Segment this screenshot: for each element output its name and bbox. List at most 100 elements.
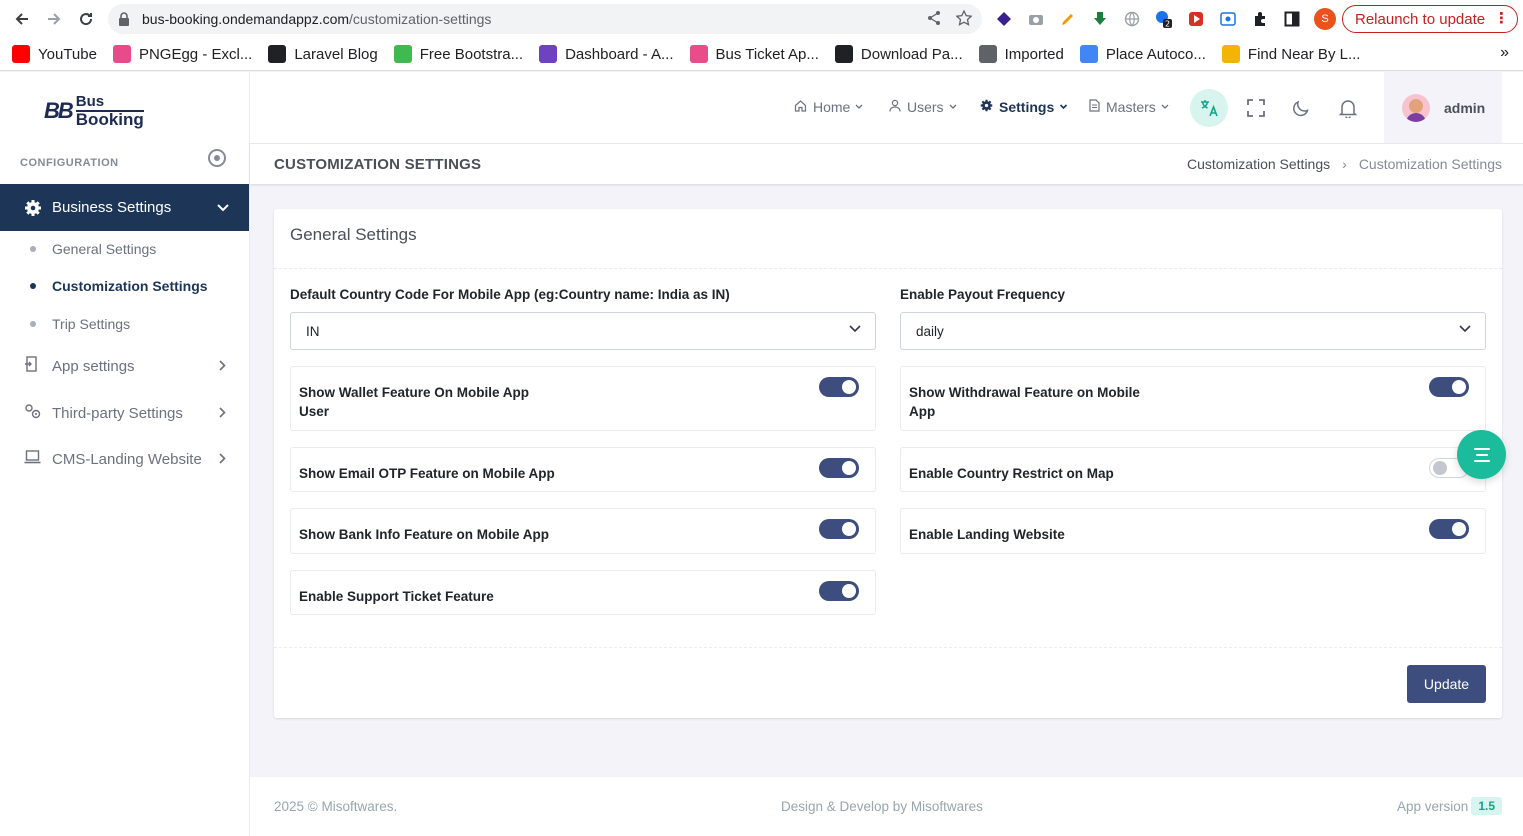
bookmark-item[interactable]: Imported <box>978 45 1064 63</box>
profile-initial: S <box>1321 13 1329 25</box>
door-icon <box>24 356 42 376</box>
bookmarks-overflow-icon[interactable]: » <box>1500 44 1509 62</box>
url-host: bus-booking.ondemandappz.com <box>142 11 350 27</box>
address-bar[interactable]: bus-booking.ondemandappz.com/customizati… <box>108 4 982 34</box>
sidebar-subitem-general-settings[interactable]: General Settings <box>30 241 156 257</box>
breadcrumb-current: Customization Settings <box>1358 156 1502 172</box>
topnav-label: Masters <box>1106 99 1156 115</box>
toggle-label: Enable Support Ticket Feature <box>299 589 494 604</box>
bookmark-favicon-icon <box>1221 45 1240 63</box>
bookmark-label: Place Autoco... <box>1105 45 1206 63</box>
sidebar-collapse-icon[interactable] <box>208 149 226 167</box>
bookmark-label: YouTube <box>38 45 97 63</box>
reload-icon[interactable] <box>74 7 98 31</box>
sidebar-subitem-customization-settings[interactable]: Customization Settings <box>30 278 208 294</box>
user-menu[interactable]: admin <box>1384 72 1502 143</box>
sidebar-item-third-party-settings[interactable]: Third-party Settings <box>24 403 234 423</box>
fullscreen-icon[interactable] <box>1245 97 1267 119</box>
toggle-label: Enable Landing Website <box>909 527 1065 542</box>
topnav-masters[interactable]: Masters <box>1089 99 1169 115</box>
extension-camera-icon[interactable] <box>1026 9 1046 29</box>
bookmark-item[interactable]: Place Autoco... <box>1079 45 1206 63</box>
bookmark-item[interactable]: YouTube <box>12 45 97 63</box>
sidebar-item-cms-landing-website[interactable]: CMS-Landing Website <box>24 450 234 468</box>
chevron-down-icon <box>1059 102 1068 113</box>
sidebar-subitem-label: General Settings <box>52 241 157 257</box>
bookmark-item[interactable]: PNGEgg - Excl... <box>112 45 252 63</box>
gear-icon <box>980 99 993 115</box>
kebab-menu-icon[interactable]: ⋮ <box>1494 9 1509 27</box>
share-icon[interactable] <box>926 10 942 29</box>
chevron-down-icon <box>849 322 861 334</box>
page-title: CUSTOMIZATION SETTINGS <box>274 156 482 173</box>
topnav-users[interactable]: Users <box>889 99 957 115</box>
translate-icon[interactable] <box>1190 89 1228 127</box>
sidebar-item-label: App settings <box>52 357 135 375</box>
bookmark-item[interactable]: Dashboard - A... <box>539 45 674 63</box>
sidebar-subitem-trip-settings[interactable]: Trip Settings <box>30 316 130 332</box>
support-ticket-switch[interactable] <box>819 581 859 601</box>
country-code-label: Default Country Code For Mobile App (eg:… <box>290 287 730 302</box>
forward-arrow-icon[interactable] <box>42 7 66 31</box>
customizer-menu-icon[interactable] <box>1457 430 1506 479</box>
extension-diamond-icon[interactable] <box>994 9 1014 29</box>
relaunch-button[interactable]: Relaunch to update ⋮ <box>1342 5 1518 33</box>
logo-mark: BB <box>44 98 74 123</box>
extension-badge-icon[interactable]: 2 <box>1154 9 1174 29</box>
extension-screen-icon[interactable] <box>1218 9 1238 29</box>
sidebar-item-app-settings[interactable]: App settings <box>24 356 234 376</box>
landing-website-switch[interactable] <box>1429 519 1469 539</box>
dark-mode-moon-icon[interactable] <box>1290 97 1312 119</box>
bookmark-star-icon[interactable] <box>955 9 973 29</box>
sidebar-subitem-label: Trip Settings <box>52 316 131 332</box>
country-code-select[interactable]: IN <box>290 312 876 350</box>
breadcrumb: Customization Settings › Customization S… <box>1187 156 1502 172</box>
extension-download-icon[interactable] <box>1090 9 1110 29</box>
bookmarks-bar: YouTube PNGEgg - Excl... Laravel Blog Free … <box>0 38 1523 71</box>
relaunch-label: Relaunch to update <box>1355 10 1486 28</box>
extension-globe-icon[interactable] <box>1122 9 1142 29</box>
topnav-home[interactable]: Home <box>794 99 863 115</box>
bookmark-item[interactable]: Find Near By L... <box>1221 45 1361 63</box>
wallet-feature-switch[interactable] <box>819 377 859 397</box>
toggle-row-bank-info: Show Bank Info Feature on Mobile App <box>290 508 876 554</box>
logo[interactable]: BB Bus Booking <box>44 94 144 128</box>
side-panel-icon[interactable] <box>1282 9 1302 29</box>
notification-bell-icon[interactable] <box>1337 97 1359 119</box>
bank-info-switch[interactable] <box>819 519 859 539</box>
extension-pen-icon[interactable] <box>1058 9 1078 29</box>
bookmark-label: Imported <box>1004 45 1064 63</box>
breadcrumb-link[interactable]: Customization Settings <box>1187 156 1330 172</box>
topnav-label: Home <box>813 99 851 115</box>
bookmark-favicon-icon <box>689 45 708 63</box>
toggle-row-country-restrict: Enable Country Restrict on Map <box>900 447 1486 492</box>
sidebar-item-label: Business Settings <box>52 199 172 216</box>
topnav-settings[interactable]: Settings <box>980 99 1068 115</box>
url-path: /customization-settings <box>349 11 492 27</box>
bookmark-item[interactable]: Bus Ticket Ap... <box>689 45 819 63</box>
chevron-right-icon <box>219 359 226 374</box>
email-otp-switch[interactable] <box>819 458 859 478</box>
extension-play-icon[interactable] <box>1186 9 1206 29</box>
profile-avatar[interactable]: S <box>1314 8 1336 30</box>
payout-frequency-select[interactable]: daily <box>900 312 1486 350</box>
bookmark-item[interactable]: Free Bootstra... <box>393 45 523 63</box>
bookmark-favicon-icon <box>1079 45 1098 63</box>
chevron-right-icon: › <box>1342 156 1347 172</box>
user-name: admin <box>1444 99 1486 116</box>
withdrawal-feature-switch[interactable] <box>1429 377 1469 397</box>
gear-icon <box>24 199 42 217</box>
back-arrow-icon[interactable] <box>10 7 34 31</box>
bookmark-item[interactable]: Laravel Blog <box>268 45 378 63</box>
toggle-label: Show Bank Info Feature on Mobile App <box>299 527 550 542</box>
extensions-puzzle-icon[interactable] <box>1250 9 1270 29</box>
bookmark-label: Find Near By L... <box>1247 45 1361 63</box>
chevron-right-icon <box>219 452 226 467</box>
bookmark-favicon-icon <box>834 45 853 63</box>
chevron-down-icon <box>1161 102 1169 113</box>
menu-section-title: CONFIGURATION <box>20 157 119 169</box>
update-button[interactable]: Update <box>1407 665 1486 703</box>
footer-copyright: 2025 © Misoftwares. <box>274 799 398 814</box>
sidebar-item-business-settings[interactable]: Business Settings <box>0 184 249 231</box>
bookmark-item[interactable]: Download Pa... <box>834 45 963 63</box>
